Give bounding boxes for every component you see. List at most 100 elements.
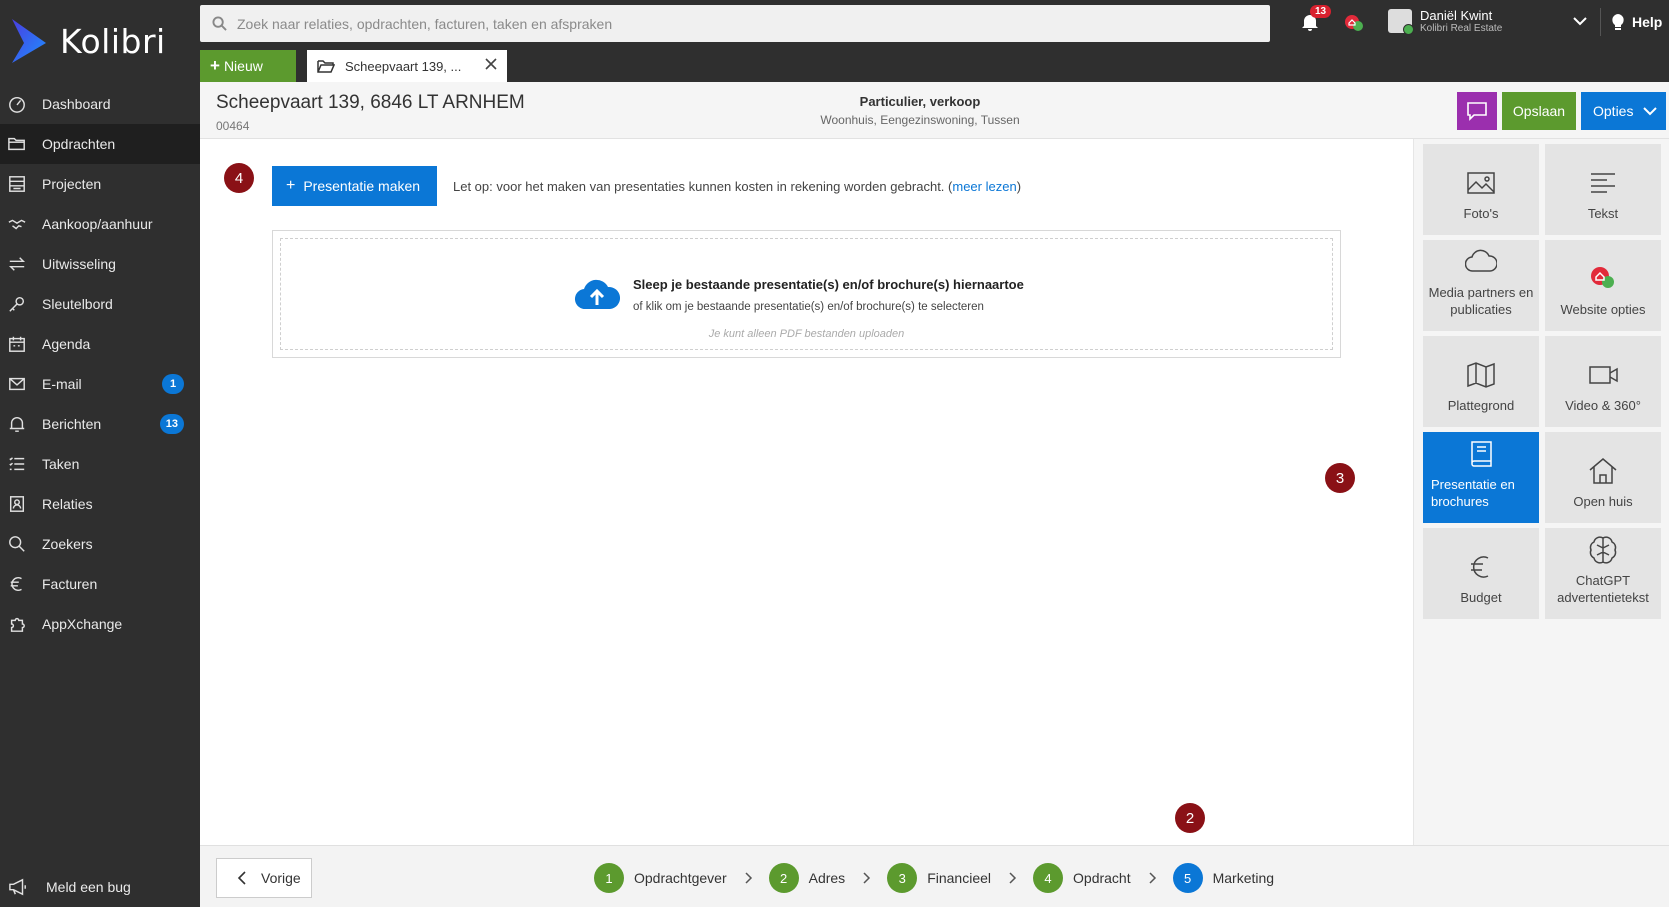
sidebar-item-label: E-mail (42, 376, 82, 392)
exchange-icon (8, 257, 26, 271)
sidebar-item-sleutelbord[interactable]: Sleutelbord (0, 284, 200, 324)
close-icon[interactable] (485, 58, 497, 70)
sidebar-item-email[interactable]: E-mail 1 (0, 364, 200, 404)
avatar (1388, 9, 1414, 35)
sidebar-item-dashboard[interactable]: Dashboard (0, 84, 200, 124)
sidebar-item-label: Relaties (42, 496, 93, 512)
dropzone-subtitle: of klik om je bestaande presentatie(s) e… (633, 301, 984, 313)
tile-label: ChatGPT advertentietekst (1557, 573, 1649, 606)
realworks-icon (1591, 267, 1614, 289)
sidebar-item-opdrachten[interactable]: Opdrachten (0, 124, 200, 164)
app-name: Kolibri (60, 21, 166, 61)
tile-label: Presentatie en brochures (1431, 477, 1515, 510)
tile-label: Tekst (1587, 206, 1619, 222)
tile-presentatie[interactable]: Presentatie en brochures (1423, 432, 1539, 523)
sidebar-item-berichten[interactable]: Berichten 13 (0, 404, 200, 444)
plus-icon: + (286, 177, 296, 194)
step-opdrachtgever[interactable]: 1 Opdrachtgever (594, 863, 727, 893)
tile-label: Foto's (1463, 206, 1499, 222)
save-button[interactable]: Opslaan (1502, 92, 1576, 130)
wizard-steps: 1 Opdrachtgever 2 Adres 3 Financieel 4 O… (594, 863, 1274, 893)
sidebar-item-relaties[interactable]: Relaties (0, 484, 200, 524)
sidebar-item-facturen[interactable]: Facturen (0, 564, 200, 604)
report-bug-button[interactable]: Meld een bug (0, 867, 200, 907)
step-label: Opdracht (1073, 870, 1131, 886)
user-name: Daniël Kwint (1420, 8, 1493, 23)
tile-tekst[interactable]: Tekst (1545, 144, 1661, 235)
object-id: 00464 (216, 119, 250, 133)
help-label: Help (1632, 14, 1663, 30)
create-presentation-label: Presentatie maken (303, 178, 421, 194)
lightbulb-icon (1612, 14, 1624, 30)
chevron-down-icon (1643, 107, 1658, 116)
tile-chatgpt[interactable]: ChatGPT advertentietekst (1545, 528, 1661, 619)
email-count-badge: 1 (162, 374, 184, 394)
sidebar-item-aankoop[interactable]: Aankoop/aanhuur (0, 204, 200, 244)
tile-website-opties[interactable]: Website opties (1545, 240, 1661, 331)
step-financieel[interactable]: 3 Financieel (887, 863, 991, 893)
sidebar-item-zoekers[interactable]: Zoekers (0, 524, 200, 564)
search-input[interactable] (237, 15, 1237, 32)
step-marketing[interactable]: 5 Marketing (1172, 863, 1275, 893)
house-icon (1589, 458, 1617, 484)
new-button[interactable]: + Nieuw (200, 50, 296, 82)
bell-icon (9, 417, 25, 432)
tile-budget[interactable]: Budget (1423, 528, 1539, 619)
read-more-link[interactable]: meer lezen (952, 179, 1016, 194)
tab-scheepvaart[interactable]: Scheepvaart 139, ... (307, 50, 507, 82)
image-icon (1467, 172, 1495, 194)
sidebar-item-label: Sleutelbord (42, 296, 113, 312)
top-bar: 13 Daniël Kwint Kolibri Real Estate Help… (200, 0, 1669, 82)
chevron-right-icon (863, 872, 871, 884)
tile-media-partners[interactable]: Media partners en publicaties (1423, 240, 1539, 331)
notifications-button[interactable]: 13 (1300, 5, 1332, 34)
euro-icon (1471, 556, 1489, 578)
sidebar: Kolibri Dashboard Opdrachten Projecten A… (0, 0, 200, 907)
chat-icon (1467, 102, 1487, 121)
global-search[interactable] (200, 5, 1270, 42)
contacts-icon (9, 496, 25, 512)
berichten-count-badge: 13 (159, 414, 184, 434)
tile-open-huis[interactable]: Open huis (1545, 432, 1661, 523)
step-label: Marketing (1212, 870, 1275, 886)
divider (1600, 8, 1601, 36)
projects-icon (9, 176, 25, 192)
chat-button[interactable] (1457, 92, 1497, 130)
dropzone-inner[interactable]: Sleep je bestaande presentatie(s) en/of … (280, 238, 1333, 350)
step-marker-4: 4 (224, 163, 254, 193)
chevron-down-icon[interactable] (1572, 13, 1588, 29)
tile-fotos[interactable]: Foto's (1423, 144, 1539, 235)
sidebar-item-label: Berichten (42, 416, 102, 432)
search-icon (212, 16, 227, 31)
tile-video[interactable]: Video & 360° (1545, 336, 1661, 427)
step-number: 4 (1033, 863, 1064, 893)
sidebar-item-label: AppXchange (42, 616, 123, 632)
logo[interactable]: Kolibri (0, 0, 200, 82)
help-button[interactable]: Help (1610, 13, 1662, 31)
sidebar-item-appxchange[interactable]: AppXchange (0, 604, 200, 644)
tile-plattegrond[interactable]: Plattegrond (1423, 336, 1539, 427)
new-button-label: Nieuw (223, 58, 263, 74)
options-button[interactable]: Opties (1581, 92, 1666, 130)
chevron-right-icon (745, 872, 752, 884)
step-label: Adres (808, 870, 846, 886)
create-presentation-button[interactable]: + Presentatie maken (272, 166, 437, 206)
sidebar-item-label: Opdrachten (42, 136, 116, 152)
user-info: Daniël Kwint Kolibri Real Estate (1420, 8, 1502, 34)
previous-button[interactable]: Vorige (216, 858, 312, 898)
step-label: Financieel (927, 870, 992, 886)
cost-notice: Let op: voor het maken van presentaties … (453, 179, 1021, 194)
sidebar-item-taken[interactable]: Taken (0, 444, 200, 484)
sidebar-item-projecten[interactable]: Projecten (0, 164, 200, 204)
user-menu[interactable]: Daniël Kwint Kolibri Real Estate (1388, 8, 1502, 35)
sidebar-item-label: Uitwisseling (42, 256, 116, 272)
realworks-status-icon[interactable] (1343, 12, 1365, 34)
text-lines-icon (1591, 173, 1615, 193)
notice-end: ) (1016, 179, 1022, 194)
report-bug-label: Meld een bug (46, 879, 131, 895)
sidebar-item-uitwisseling[interactable]: Uitwisseling (0, 244, 200, 284)
upload-dropzone[interactable]: Sleep je bestaande presentatie(s) en/of … (272, 230, 1341, 358)
sidebar-item-agenda[interactable]: Agenda (0, 324, 200, 364)
step-opdracht[interactable]: 4 Opdracht (1033, 863, 1131, 893)
step-adres[interactable]: 2 Adres (768, 863, 846, 893)
